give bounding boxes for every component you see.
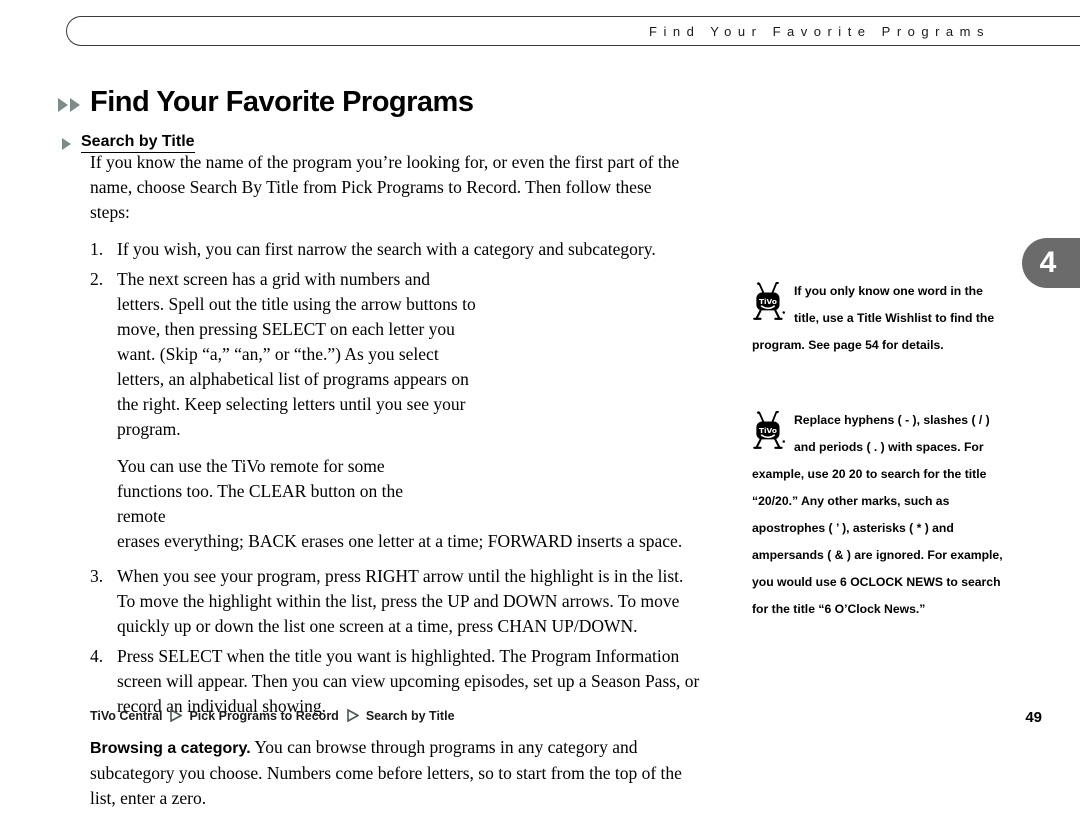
double-triangle-icon: [58, 97, 80, 112]
triangle-icon: [62, 138, 71, 151]
tivo-mascot-icon: TiVo: [753, 411, 785, 449]
breadcrumb: TiVo Central Pick Programs to Record Sea…: [90, 708, 455, 724]
step-number: 3.: [90, 566, 104, 586]
list-item: 2. The next screen has a grid with numbe…: [90, 267, 700, 442]
step-continuation-wide: erases everything; BACK erases one lette…: [117, 531, 683, 551]
tip-box: TiVo Replace hyphens ( - ), slashes ( / …: [752, 407, 1010, 623]
main-body-column: If you know the name of the program you’…: [90, 150, 700, 829]
step-number: 4.: [90, 646, 104, 666]
breadcrumb-item-pick-programs-to-record[interactable]: Pick Programs to Record: [189, 709, 338, 723]
chapter-tab: 4: [1022, 238, 1080, 288]
tips-column: TiVo If you only know one word in the ti…: [752, 278, 1010, 671]
step-text: The next screen has a grid with numbers …: [117, 269, 476, 439]
breadcrumb-item-tivo-central[interactable]: TiVo Central: [90, 709, 162, 723]
running-header-bar: Find Your Favorite Programs: [66, 16, 1080, 46]
steps-list: 1. If you wish, you can first narrow the…: [90, 237, 700, 719]
tivo-mascot-icon: TiVo: [753, 282, 785, 320]
breadcrumb-separator-icon: [169, 708, 184, 725]
step-continuation: You can use the TiVo remote for some fun…: [90, 454, 700, 554]
intro-paragraph: If you know the name of the program you’…: [90, 152, 680, 222]
list-item: 3. When you see your program, press RIGH…: [90, 564, 700, 639]
running-header-text: Find Your Favorite Programs: [649, 23, 990, 39]
breadcrumb-separator-icon: [346, 708, 360, 725]
page-number: 49: [1025, 709, 1042, 726]
browsing-lead: Browsing a category.: [90, 740, 251, 757]
breadcrumb-item-search-by-title[interactable]: Search by Title: [366, 709, 455, 723]
svg-text:TiVo: TiVo: [759, 297, 777, 306]
step-text: If you wish, you can first narrow the se…: [117, 239, 656, 259]
step-text: When you see your program, press RIGHT a…: [117, 566, 684, 636]
step-text: Press SELECT when the title you want is …: [117, 646, 700, 716]
tip-box: TiVo If you only know one word in the ti…: [752, 278, 1010, 359]
step-number: 2.: [90, 269, 104, 289]
tip-text: Replace hyphens ( - ), slashes ( / ) and…: [752, 413, 1003, 616]
svg-text:TiVo: TiVo: [759, 426, 777, 435]
chapter-number: 4: [1039, 246, 1057, 279]
page-title: Find Your Favorite Programs: [90, 86, 474, 119]
browsing-paragraph: Browsing a category. You can browse thro…: [90, 735, 695, 811]
list-item: 1. If you wish, you can first narrow the…: [90, 237, 700, 262]
step-continuation-narrow: You can use the TiVo remote for some fun…: [117, 456, 403, 526]
step-number: 1.: [90, 239, 104, 259]
tip-text: If you only know one word in the title, …: [752, 284, 995, 352]
